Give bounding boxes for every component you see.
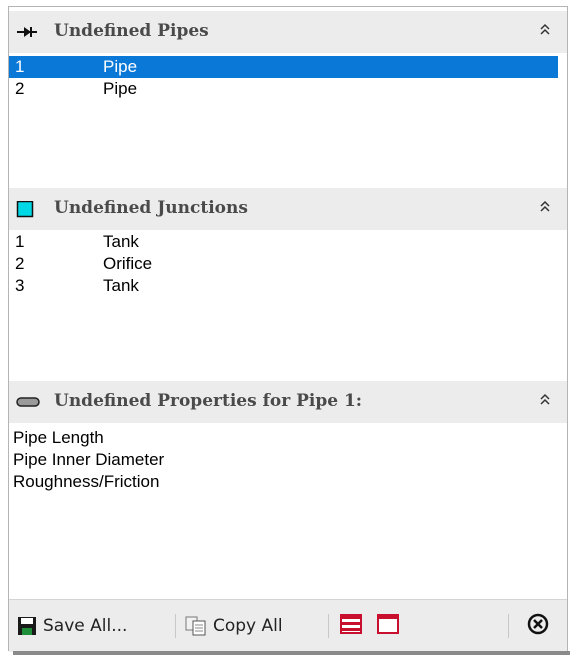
pipe-row-type: Pipe bbox=[103, 79, 138, 98]
pipe-row-number: 2 bbox=[15, 79, 25, 98]
pipe-row-number: 1 bbox=[15, 57, 25, 76]
pipe-row[interactable]: 2 Pipe bbox=[9, 78, 567, 100]
property-label: Pipe Length bbox=[13, 428, 104, 447]
junction-row-number: 3 bbox=[15, 276, 25, 295]
save-all-label: Save All... bbox=[43, 616, 128, 636]
bottom-toolbar: Save All... Copy All bbox=[9, 599, 567, 652]
undefined-objects-panel: Undefined Pipes 1 Pipe 2 Pipe Undefined … bbox=[8, 6, 568, 652]
undefined-pipes-header[interactable]: Undefined Pipes bbox=[9, 11, 567, 53]
toolbar-divider bbox=[175, 614, 176, 638]
cyan-square-icon bbox=[16, 200, 36, 218]
collapse-all-button[interactable] bbox=[376, 612, 400, 640]
collapse-all-icon bbox=[376, 613, 400, 640]
collapse-chevron-icon[interactable] bbox=[539, 198, 551, 217]
junction-row-type: Tank bbox=[103, 232, 139, 251]
property-label: Pipe Inner Diameter bbox=[13, 450, 165, 469]
junction-row-type: Tank bbox=[103, 276, 139, 295]
property-item[interactable]: Pipe Length bbox=[9, 426, 567, 448]
junction-row[interactable]: 1 Tank bbox=[9, 231, 567, 253]
copy-icon bbox=[185, 616, 207, 636]
copy-all-button[interactable]: Copy All bbox=[185, 612, 283, 640]
floppy-disk-icon bbox=[17, 616, 37, 636]
collapse-chevron-icon[interactable] bbox=[539, 21, 551, 40]
junction-row-number: 1 bbox=[15, 232, 25, 251]
undefined-pipes-title: Undefined Pipes bbox=[54, 21, 209, 41]
undefined-properties-section: Undefined Properties for Pipe 1: Pipe Le… bbox=[9, 381, 567, 492]
close-circle-icon bbox=[527, 613, 549, 640]
property-item[interactable]: Roughness/Friction bbox=[9, 470, 567, 492]
junction-row-number: 2 bbox=[15, 254, 25, 273]
junction-row-type: Orifice bbox=[103, 254, 153, 273]
expand-all-button[interactable] bbox=[339, 612, 363, 640]
pipe-segment-icon bbox=[16, 394, 40, 410]
panel-shadow bbox=[13, 651, 570, 655]
save-all-button[interactable]: Save All... bbox=[17, 612, 127, 640]
undefined-junctions-header[interactable]: Undefined Junctions bbox=[9, 188, 567, 230]
junction-row[interactable]: 2 Orifice bbox=[9, 253, 567, 275]
undefined-properties-header[interactable]: Undefined Properties for Pipe 1: bbox=[9, 381, 567, 423]
undefined-pipes-section: Undefined Pipes 1 Pipe 2 Pipe bbox=[9, 11, 567, 100]
undefined-junctions-section: Undefined Junctions 1 Tank 2 Orifice 3 T… bbox=[9, 188, 567, 297]
undefined-properties-title: Undefined Properties for Pipe 1: bbox=[54, 391, 363, 411]
toolbar-divider bbox=[508, 614, 509, 638]
undefined-junctions-title: Undefined Junctions bbox=[54, 198, 248, 218]
pipe-arrow-icon bbox=[16, 24, 37, 40]
pipe-row[interactable]: 1 Pipe bbox=[9, 56, 558, 78]
copy-all-label: Copy All bbox=[213, 616, 283, 636]
property-label: Roughness/Friction bbox=[13, 472, 160, 491]
close-button[interactable] bbox=[527, 612, 549, 640]
expand-all-icon bbox=[339, 613, 363, 640]
junction-row[interactable]: 3 Tank bbox=[9, 275, 567, 297]
pipe-row-type: Pipe bbox=[103, 57, 138, 76]
property-item[interactable]: Pipe Inner Diameter bbox=[9, 448, 567, 470]
toolbar-divider bbox=[328, 614, 329, 638]
collapse-chevron-icon[interactable] bbox=[539, 391, 551, 410]
